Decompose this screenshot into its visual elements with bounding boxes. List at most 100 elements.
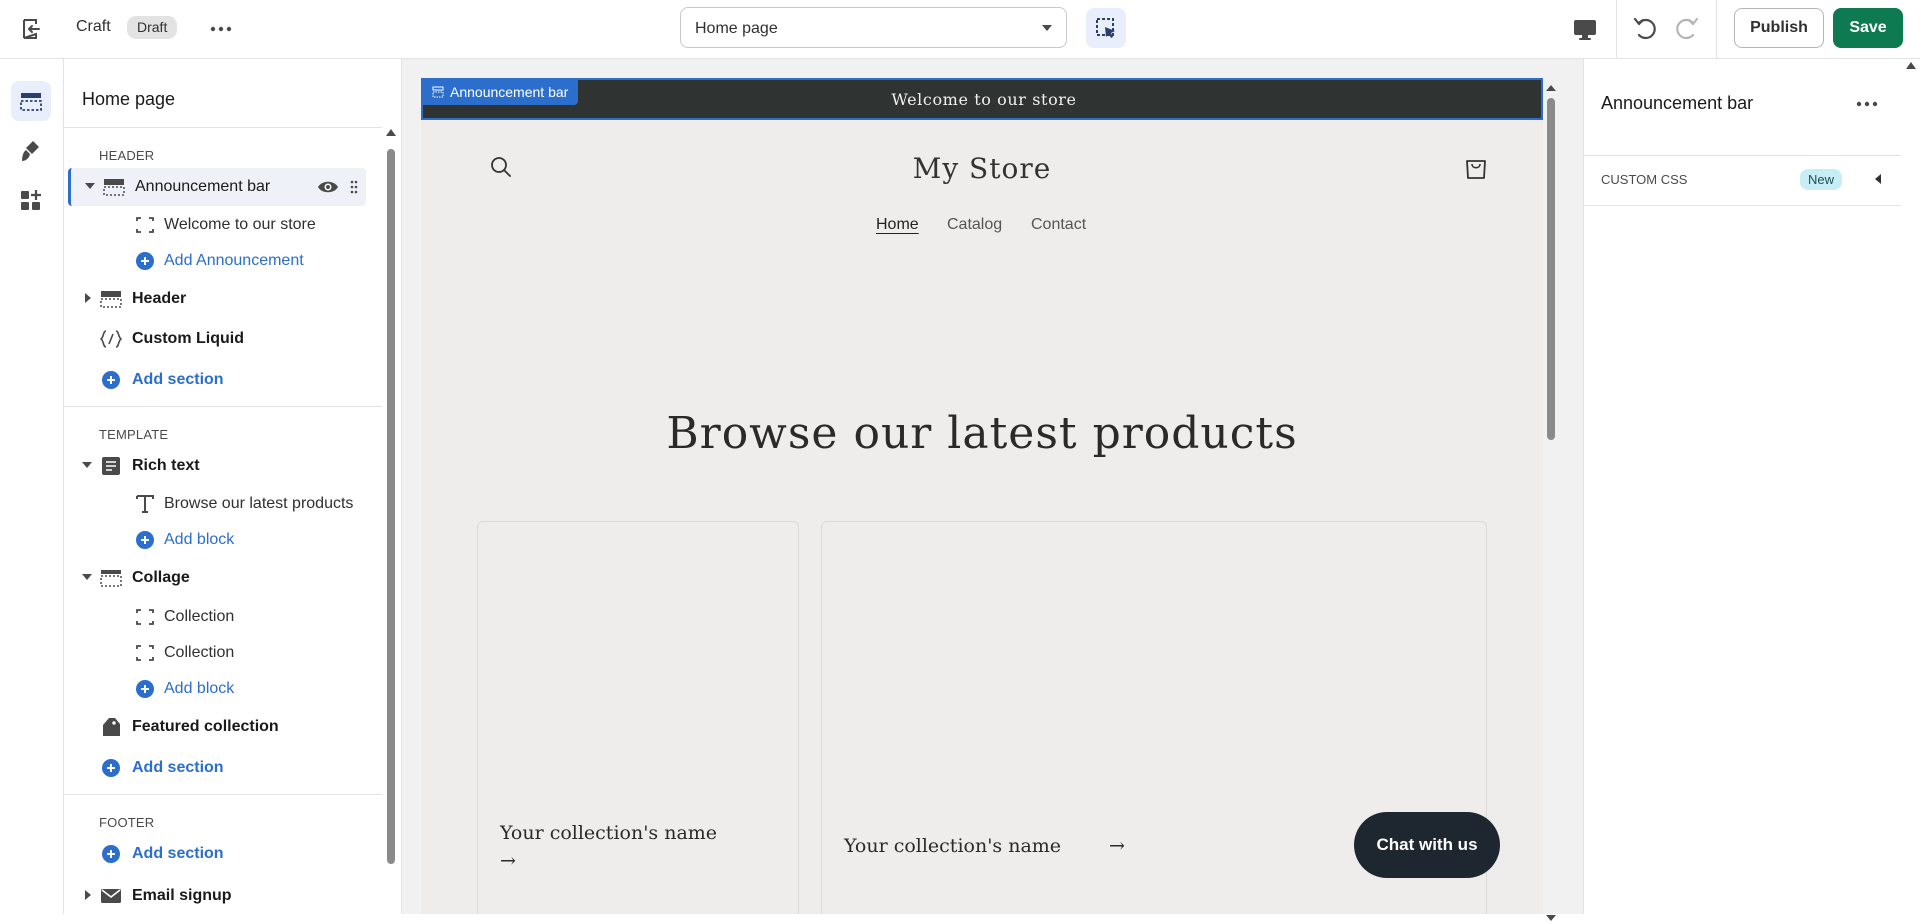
add-circle-icon [102,759,120,777]
add-announcement-button[interactable]: Add Announcement [68,242,366,280]
page-select[interactable]: Home page [680,7,1067,48]
group-header-label: HEADER [99,148,155,163]
add-circle-icon [136,252,154,270]
section-email-signup[interactable]: Email signup [68,877,366,914]
cart-icon[interactable] [1463,153,1489,181]
section-label: Collage [132,569,190,586]
add-section-label: Add section [132,371,224,388]
apps-icon [21,190,41,210]
paintbrush-icon [22,141,39,161]
exit-icon[interactable] [18,16,44,42]
section-settings-panel: Announcement bar CUSTOM CSS New [1583,59,1920,914]
block-collection[interactable]: Collection [68,598,366,636]
block-heading[interactable]: Browse our latest products [68,485,366,523]
block-frame-icon [136,217,154,233]
block-label: Welcome to our store [164,216,316,233]
block-collection[interactable]: Collection [68,634,366,672]
nav-contact-link[interactable]: Contact [1031,216,1086,234]
section-custom-liquid[interactable]: Custom Liquid [68,320,366,358]
add-section-footer-button[interactable]: Add section [68,835,366,873]
section-layout-icon [103,179,125,196]
collapse-icon[interactable] [82,574,92,580]
section-label: Rich text [132,457,200,474]
desktop-preview-icon[interactable] [1570,14,1600,44]
drag-handle-icon[interactable] [349,179,359,195]
section-collage[interactable]: Collage [68,559,366,597]
add-section-label: Add section [132,845,224,862]
redo-icon[interactable] [1672,13,1702,43]
custom-css-label[interactable]: CUSTOM CSS [1601,172,1687,187]
divider [64,794,382,795]
divider [64,406,382,407]
top-bar: Craft Draft Home page Publish Save [0,0,1920,59]
arrow-right-icon: → [1109,835,1125,857]
group-footer-label: FOOTER [99,815,155,830]
sections-rail-button[interactable] [11,81,51,121]
group-template-label: TEMPLATE [99,427,169,442]
add-block-label: Add block [164,680,235,697]
announcement-text: Welcome to our store [891,90,1077,109]
more-actions-icon[interactable] [1854,91,1880,117]
expand-caret-icon[interactable] [1875,174,1881,184]
visibility-eye-icon[interactable] [317,178,339,196]
preview-scrollbar[interactable] [1543,78,1559,921]
app-embeds-rail-button[interactable] [11,180,51,220]
collapse-icon[interactable] [82,462,92,468]
collapse-icon[interactable] [85,183,95,189]
section-header[interactable]: Header [68,280,366,318]
announcement-bar-preview[interactable]: Welcome to our store [421,78,1543,120]
scroll-up-arrow-icon[interactable] [1906,62,1916,69]
collection-name: Your collection's name [500,822,718,844]
section-tag-icon [432,86,444,98]
add-circle-icon [102,371,120,389]
inspector-toggle-button[interactable] [1086,8,1126,48]
section-rich-text[interactable]: Rich text [68,447,366,485]
collection-name: Your collection's name [844,835,1062,857]
scrollbar-thumb[interactable] [387,149,395,864]
save-button[interactable]: Save [1833,8,1903,48]
nav-catalog-link[interactable]: Catalog [947,216,1002,234]
block-welcome[interactable]: Welcome to our store [68,206,366,244]
add-block-button[interactable]: Add block [68,521,366,559]
section-featured-collection[interactable]: Featured collection [68,708,366,746]
envelope-icon [101,889,121,903]
scroll-up-arrow-icon[interactable] [386,129,396,136]
block-label: Collection [164,644,235,661]
tag-icon [103,718,120,736]
divider [1616,0,1617,59]
expand-icon[interactable] [85,890,91,900]
divider [1716,0,1717,59]
section-announcement-bar[interactable]: Announcement bar [68,168,366,206]
text-t-icon [136,495,154,513]
theme-name: Craft [76,18,111,35]
section-layout-icon [100,570,122,587]
block-frame-icon [136,609,154,625]
chat-with-us-button[interactable]: Chat with us [1354,812,1500,878]
add-announcement-label: Add Announcement [164,252,304,269]
nav-home-link[interactable]: Home [876,216,919,234]
new-badge: New [1800,169,1843,190]
block-label: Browse our latest products [164,495,354,512]
select-cursor-icon [1096,18,1115,38]
storefront-preview[interactable]: Welcome to our store Announcement bar My… [421,78,1543,914]
section-label: Email signup [132,887,232,904]
more-actions-icon[interactable] [208,16,234,42]
publish-button[interactable]: Publish [1734,8,1824,48]
divider [1584,155,1901,156]
add-section-header-button[interactable]: Add section [68,361,366,399]
collection-card[interactable]: Your collection's name → [477,521,799,914]
theme-settings-rail-button[interactable] [11,131,51,171]
block-frame-icon [136,645,154,661]
undo-icon[interactable] [1630,13,1660,43]
section-label: Featured collection [132,718,279,735]
section-label: Header [132,290,187,307]
sections-sidebar: Home page HEADER Announcement bar Welcom… [64,59,402,914]
add-block-button[interactable]: Add block [68,670,366,708]
expand-icon[interactable] [85,293,91,303]
sidebar-scrollbar[interactable] [386,129,396,914]
section-label: Announcement bar [135,178,271,195]
add-block-label: Add block [164,531,235,548]
scroll-up-arrow-icon[interactable] [1543,82,1559,94]
scrollbar-thumb[interactable] [1547,98,1555,440]
add-section-template-button[interactable]: Add section [68,749,366,787]
